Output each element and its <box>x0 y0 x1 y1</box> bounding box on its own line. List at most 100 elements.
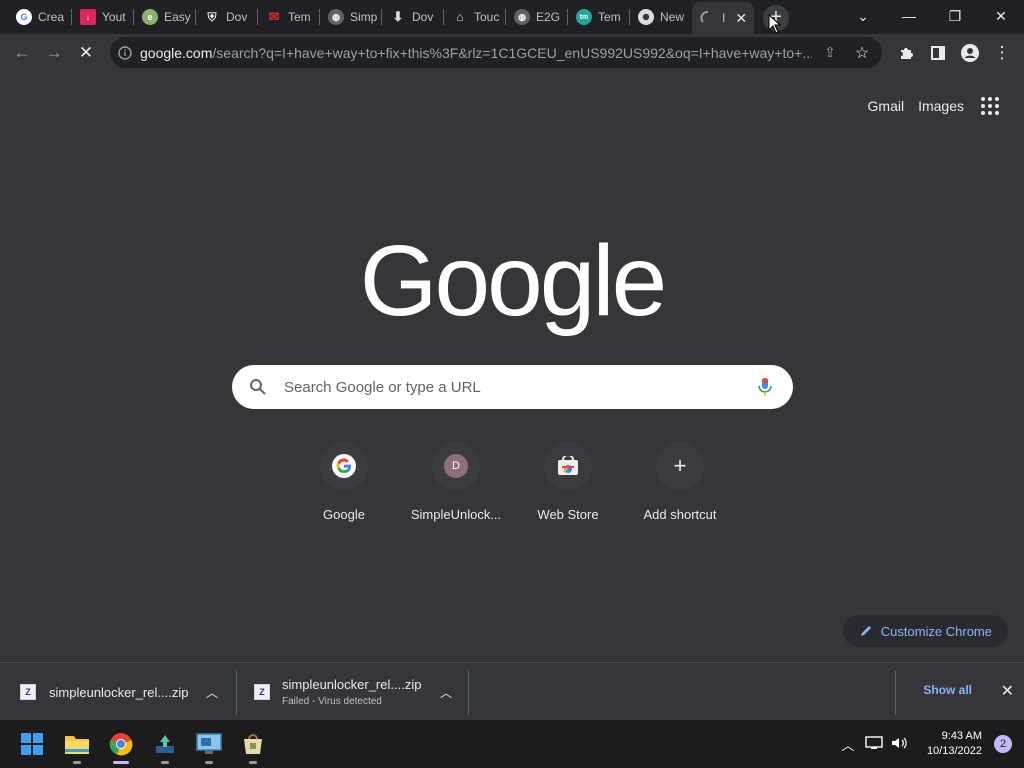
minimize-button[interactable]: — <box>886 0 932 32</box>
chevron-up-icon[interactable]: ︿ <box>835 735 861 754</box>
shortcut-label: Add shortcut <box>643 507 717 522</box>
shield-icon: ⛨ <box>207 9 217 24</box>
globe-icon: ◍ <box>514 9 530 25</box>
shortcut-icon-circle <box>544 442 592 490</box>
toolbar-right: ⋮ <box>890 37 1018 69</box>
tab-6[interactable]: ⬇ Dov <box>382 4 444 30</box>
notification-badge[interactable]: 2 <box>994 735 1012 753</box>
extensions-puzzle-icon[interactable] <box>890 37 922 69</box>
search-input[interactable] <box>284 378 737 396</box>
forward-button[interactable]: → <box>38 37 70 69</box>
network-icon[interactable] <box>861 735 887 753</box>
chevron-up-icon[interactable]: ︿ <box>206 684 218 701</box>
voice-search-mic-icon[interactable] <box>737 377 793 397</box>
apps-grid-icon[interactable] <box>978 94 1002 118</box>
taskbar-running-indicator <box>249 761 257 764</box>
taskbar-running-indicator <box>205 761 213 764</box>
tab-3[interactable]: ⛨ Dov <box>196 4 258 30</box>
site-info-icon[interactable] <box>110 45 140 60</box>
search-box[interactable] <box>232 365 793 409</box>
tab-10[interactable]: New <box>630 4 692 30</box>
close-tab-icon[interactable]: ✕ <box>735 10 747 27</box>
tab-9[interactable]: tm Tem <box>568 4 630 30</box>
zip-file-icon: Z <box>20 684 36 700</box>
shortcut-simpleunlocker[interactable]: D SimpleUnlock... <box>400 442 512 522</box>
side-panel-icon[interactable] <box>922 37 954 69</box>
customize-chrome-button[interactable]: Customize Chrome <box>842 615 1008 647</box>
clock-time: 9:43 AM <box>941 730 982 742</box>
shopping-bag-app-icon[interactable] <box>237 728 269 760</box>
tab-5[interactable]: ◍ Simp <box>320 4 382 30</box>
zip-file-icon: Z <box>254 684 270 700</box>
shortcut-label: SimpleUnlock... <box>410 507 502 522</box>
address-bar[interactable]: google.com/search?q=I+have+way+to+fix+th… <box>110 37 882 68</box>
new-tab-page: Gmail Images Google Google D Si <box>0 72 1024 662</box>
taskbar-running-indicator <box>73 761 81 764</box>
back-button[interactable]: ← <box>6 37 38 69</box>
browser-toolbar: ← → ✕ google.com/search?q=I+have+way+to+… <box>0 34 1024 72</box>
shortcut-tiles: Google D SimpleUnlock... Web Store + Add… <box>288 442 736 522</box>
profile-avatar-icon[interactable] <box>954 37 986 69</box>
tab-4[interactable]: ✉ Tem <box>258 4 320 30</box>
google-logo: Google <box>359 225 667 337</box>
store-icon: ⌂ <box>456 10 464 24</box>
download-status: Failed - Virus detected <box>282 696 382 707</box>
easy-icon: e <box>142 9 158 25</box>
gmail-link[interactable]: Gmail <box>868 98 905 114</box>
system-tray: ︿ 9:43 AM 10/13/2022 2 <box>835 720 1024 768</box>
windows-taskbar: ︿ 9:43 AM 10/13/2022 2 <box>0 720 1024 768</box>
download-text: simpleunlocker_rel....zip Failed - Virus… <box>282 677 421 707</box>
volume-icon[interactable] <box>887 736 913 753</box>
tab-0[interactable]: G Crea <box>8 4 72 30</box>
close-window-button[interactable]: ✕ <box>978 0 1024 32</box>
web-store-icon <box>556 454 580 478</box>
tab-title: I <box>722 11 726 25</box>
remote-desktop-icon[interactable] <box>193 728 225 760</box>
download-separator <box>236 671 237 715</box>
window-controls: ⌄ — ❐ ✕ <box>840 0 1024 32</box>
download-item[interactable]: Z simpleunlocker_rel....zip Failed - Vir… <box>254 663 458 721</box>
download-item[interactable]: Z simpleunlocker_rel....zip ︿ <box>20 663 224 721</box>
tab-search-icon[interactable]: ⌄ <box>840 0 886 32</box>
tem-icon: tm <box>576 9 592 25</box>
file-explorer-icon[interactable] <box>61 728 93 760</box>
chevron-up-icon[interactable]: ︿ <box>440 684 452 701</box>
shortcut-add[interactable]: + Add shortcut <box>624 442 736 522</box>
tab-8[interactable]: ◍ E2G <box>506 4 568 30</box>
download-red-icon: ↓ <box>80 9 96 25</box>
more-menu-icon[interactable]: ⋮ <box>986 37 1018 69</box>
shortcut-web-store[interactable]: Web Store <box>512 442 624 522</box>
shortcut-icon-circle: D <box>432 442 480 490</box>
loading-icon <box>700 10 716 26</box>
shortcut-icon-circle: + <box>656 442 704 490</box>
tab-title: Tem <box>598 10 621 24</box>
windows-start-icon[interactable] <box>16 728 48 760</box>
show-all-downloads-link[interactable]: Show all <box>923 683 972 697</box>
stop-loading-button[interactable]: ✕ <box>70 37 102 69</box>
tab-title: New <box>660 10 685 24</box>
tab-7[interactable]: ⌂ Touc <box>444 4 506 30</box>
url-text[interactable]: google.com/search?q=I+have+way+to+fix+th… <box>140 45 812 61</box>
close-shelf-icon[interactable]: ✕ <box>1001 681 1014 701</box>
tab-title: Easy <box>164 10 191 24</box>
tab-title: Dov <box>412 10 434 24</box>
chrome-taskbar-icon[interactable] <box>105 728 137 760</box>
shortcut-google[interactable]: Google <box>288 442 400 522</box>
chrome-icon <box>638 9 654 25</box>
mouse-cursor-icon <box>768 14 782 34</box>
url-host: google.com <box>140 44 213 61</box>
clock[interactable]: 9:43 AM 10/13/2022 <box>927 729 982 759</box>
tab-title: Crea <box>38 10 65 24</box>
bookmark-star-icon[interactable]: ☆ <box>848 37 876 69</box>
restore-button[interactable]: ❐ <box>932 0 978 32</box>
share-icon[interactable]: ⇪ <box>816 37 844 69</box>
tab-title: Simp <box>350 10 378 24</box>
tab-1[interactable]: ↓ Yout <box>72 4 134 30</box>
images-link[interactable]: Images <box>918 98 964 114</box>
download-separator <box>468 671 469 715</box>
installer-app-icon[interactable] <box>149 728 181 760</box>
tab-active[interactable]: I ✕ <box>692 2 754 34</box>
tab-title: Tem <box>288 10 311 24</box>
tab-2[interactable]: e Easy <box>134 4 196 30</box>
tab-title: Dov <box>226 10 248 24</box>
